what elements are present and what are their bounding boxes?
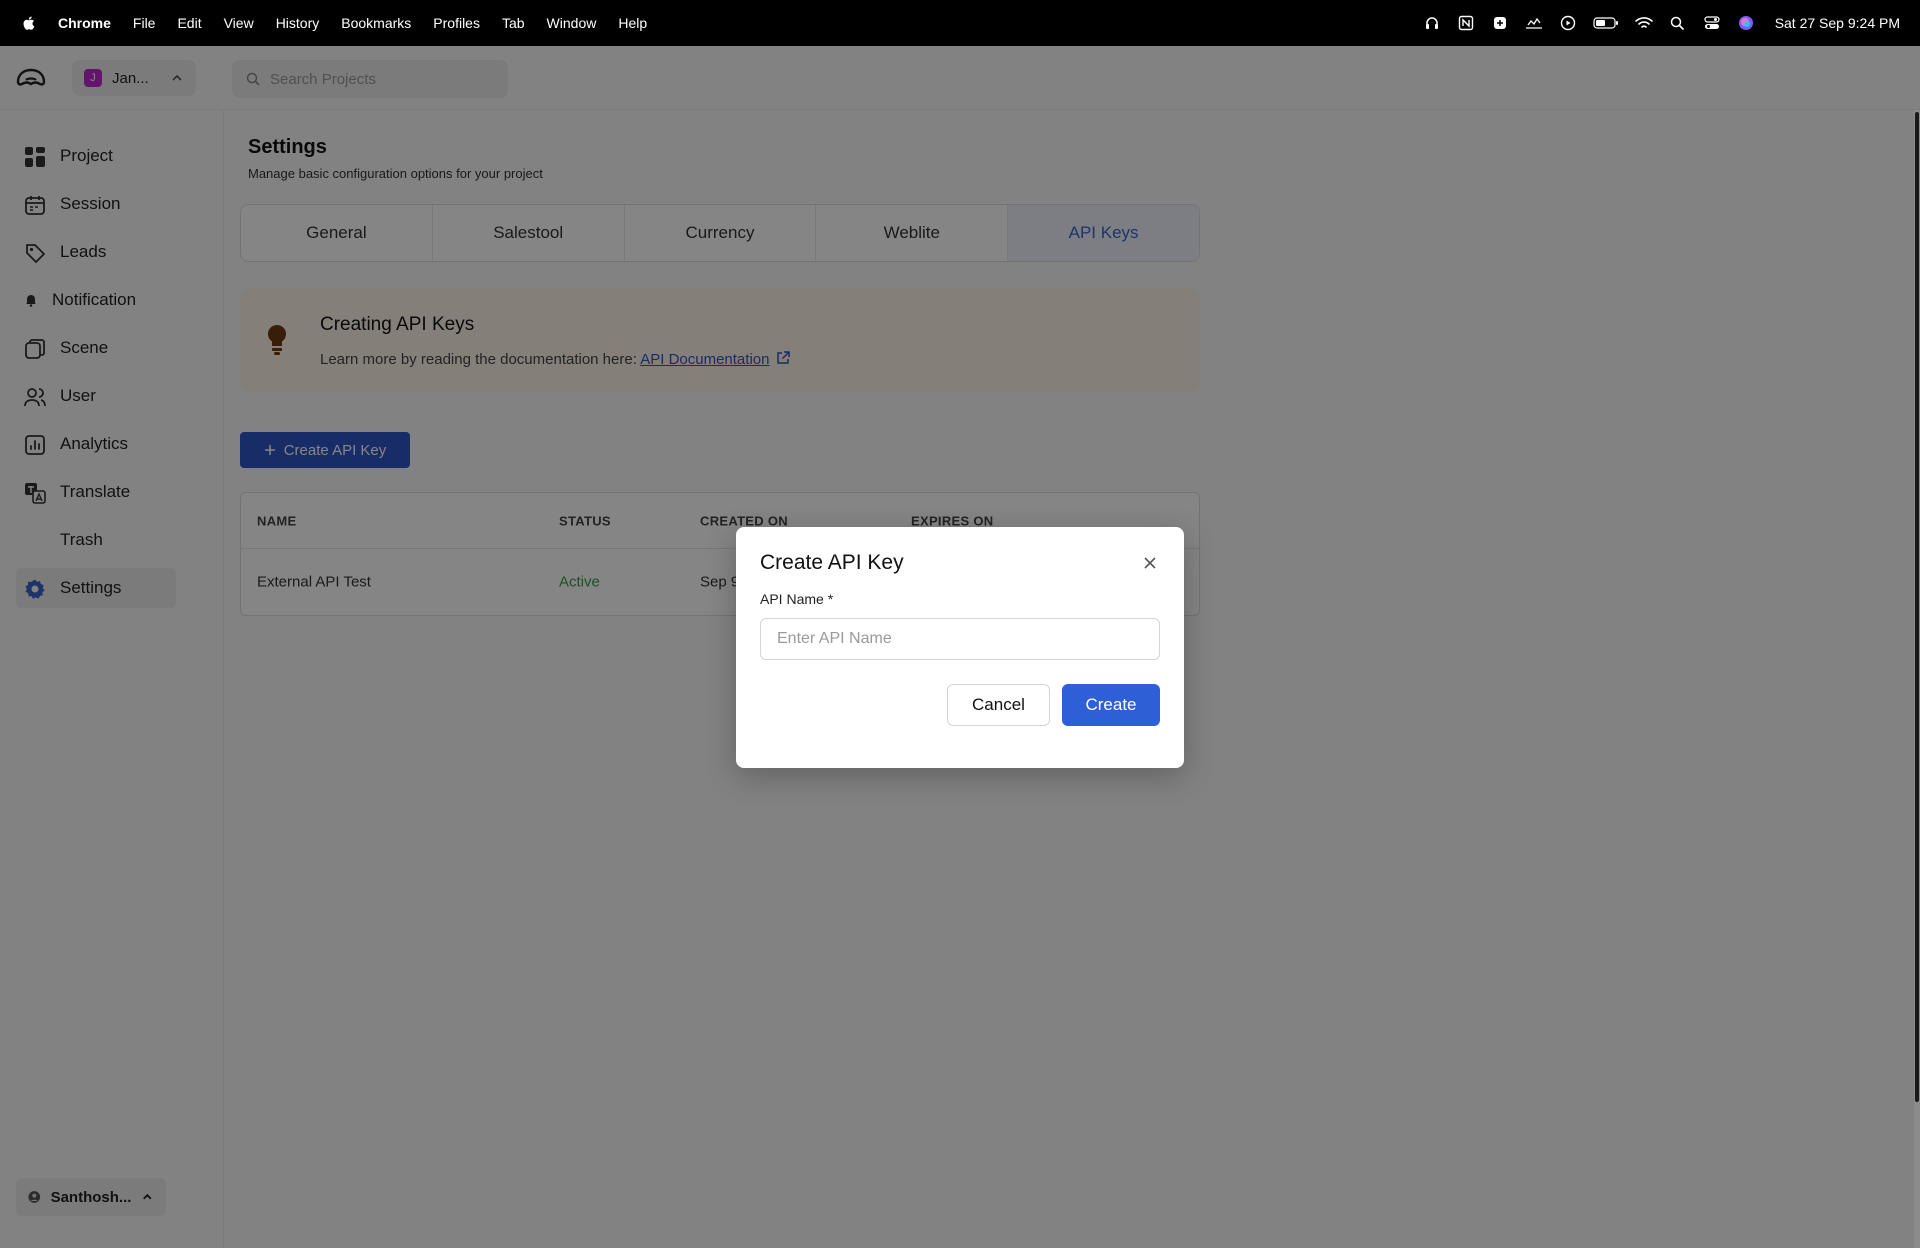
menu-help[interactable]: Help: [618, 15, 647, 31]
activity-icon[interactable]: [1525, 14, 1543, 32]
menu-profiles[interactable]: Profiles: [433, 15, 480, 31]
close-icon[interactable]: [1140, 553, 1160, 573]
play-icon[interactable]: [1559, 14, 1577, 32]
apple-logo-icon[interactable]: [20, 14, 38, 32]
menu-tab[interactable]: Tab: [502, 15, 525, 31]
battery-icon[interactable]: [1593, 14, 1619, 32]
menu-history[interactable]: History: [276, 15, 320, 31]
grammarly-icon[interactable]: [1491, 14, 1509, 32]
cancel-button[interactable]: Cancel: [947, 684, 1050, 726]
headphones-icon[interactable]: [1423, 14, 1441, 32]
create-api-key-dialog: Create API Key API Name * Cancel Create: [736, 527, 1184, 768]
menu-file[interactable]: File: [133, 15, 156, 31]
menu-view[interactable]: View: [224, 15, 254, 31]
menu-bookmarks[interactable]: Bookmarks: [341, 15, 411, 31]
dialog-title: Create API Key: [760, 551, 904, 574]
siri-icon[interactable]: [1737, 14, 1755, 32]
create-button[interactable]: Create: [1062, 684, 1160, 726]
menu-edit[interactable]: Edit: [177, 15, 201, 31]
menu-status-area: Sat 27 Sep 9:24 PM: [1423, 14, 1900, 32]
macos-menu-bar: Chrome File Edit View History Bookmarks …: [0, 0, 1920, 46]
api-name-label: API Name *: [760, 591, 834, 607]
wifi-icon[interactable]: [1634, 14, 1653, 32]
menu-window[interactable]: Window: [547, 15, 597, 31]
notion-icon[interactable]: [1457, 14, 1475, 32]
api-name-input[interactable]: [760, 618, 1160, 660]
menu-app-name[interactable]: Chrome: [58, 15, 111, 31]
scrollbar-thumb[interactable]: [1915, 112, 1919, 1102]
spotlight-search-icon[interactable]: [1669, 14, 1687, 32]
menu-clock[interactable]: Sat 27 Sep 9:24 PM: [1775, 15, 1900, 31]
control-center-icon[interactable]: [1703, 14, 1721, 32]
